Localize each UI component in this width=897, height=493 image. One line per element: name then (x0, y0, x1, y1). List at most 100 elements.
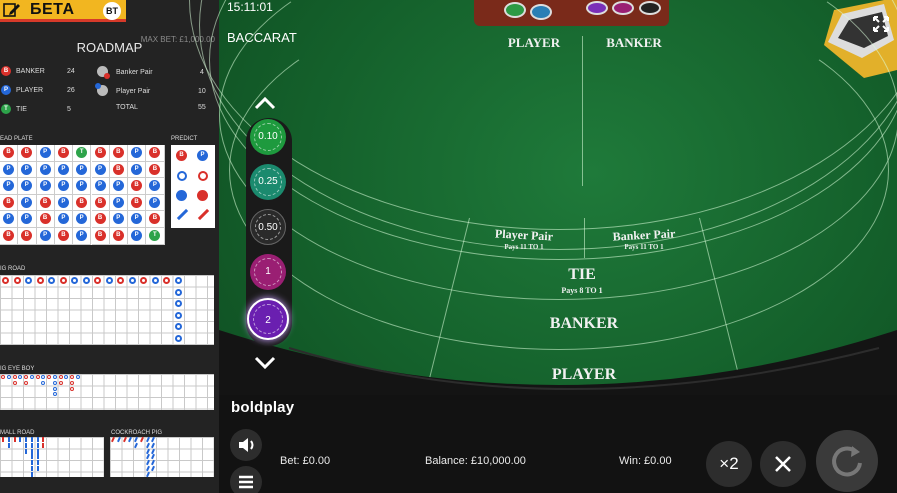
bead-result: P (39, 163, 51, 175)
bead-cell: B (146, 161, 165, 179)
chip-value: 0.10 (258, 131, 278, 142)
bead-result: P (21, 163, 33, 175)
player-pair-pays: Pays 11 TO 1 (504, 243, 544, 251)
cockroach-mark (145, 471, 150, 477)
bigeye-mark (47, 375, 51, 379)
table-arc-4 (229, 0, 889, 350)
smallroad-mark (13, 437, 16, 442)
smallroad-mark (25, 437, 27, 442)
bead-result: P (112, 213, 124, 225)
smallroad-mark (7, 442, 10, 448)
banker-stat-icon: B (1, 66, 11, 76)
bead-result: P (57, 163, 69, 175)
bead-cell: P (91, 161, 110, 179)
menu-button[interactable] (230, 466, 262, 493)
cockroach-mark (151, 459, 156, 466)
bead-result: B (94, 196, 106, 208)
big-road-mark (25, 277, 32, 284)
predict-grid: B P (171, 145, 215, 228)
big-road-label: IG ROAD (0, 266, 26, 272)
bead-result: B (131, 180, 143, 192)
bead-cell: B (18, 228, 37, 245)
bead-result: B (57, 230, 69, 241)
player-pair-label: Player Pair (116, 88, 151, 95)
tie-bet-area[interactable]: TIE (532, 266, 632, 284)
bead-result: B (112, 230, 124, 241)
chip-0-25[interactable]: 0.25 (250, 164, 286, 200)
cockroach-mark (145, 442, 150, 448)
smallroad-mark (30, 460, 33, 465)
bead-cell: B (128, 178, 147, 195)
bead-cell: B (54, 228, 74, 245)
bead-cell: P (54, 211, 74, 228)
clear-bets-button[interactable] (760, 441, 806, 487)
chip-value: 1 (265, 266, 271, 277)
bead-result: P (3, 213, 14, 225)
chip-0-10[interactable]: 0.10 (250, 119, 286, 155)
cockroach-pig-grid (110, 436, 214, 477)
big-road-mark (82, 277, 90, 284)
win-amount: Win: £0.00 (619, 455, 672, 467)
double-bet-button[interactable]: ×2 (706, 441, 752, 487)
smallroad-mark (19, 437, 22, 442)
chevron-up-icon[interactable] (254, 96, 276, 110)
bead-result: B (131, 196, 143, 208)
bead-result: P (149, 180, 161, 192)
sound-button[interactable] (230, 429, 262, 461)
predict-label: PREDICT (171, 136, 198, 142)
chip-1[interactable]: 1 (250, 254, 286, 290)
bead-result: P (3, 163, 14, 175)
close-icon (775, 456, 791, 472)
bead-cell: B (91, 194, 110, 212)
big-road-mark (2, 277, 9, 284)
big-eye-boy-label: IG EYE BOY (0, 366, 35, 372)
predict-dot-icon (176, 190, 187, 201)
bead-result: B (149, 147, 161, 158)
bigeye-mark (1, 375, 5, 379)
bead-cell: P (128, 228, 147, 245)
cockroach-mark (151, 442, 156, 448)
chevron-down-icon[interactable] (254, 356, 276, 370)
big-road-mark (128, 277, 136, 284)
bead-cell: P (0, 178, 19, 195)
bead-result: B (39, 213, 51, 225)
bead-result: P (76, 180, 88, 192)
bead-cell: B (128, 194, 147, 212)
big-eye-boy-grid (0, 374, 214, 410)
predict-player-icon[interactable]: P (197, 150, 208, 161)
beta-brand-tab[interactable]: БЕТА BT (0, 0, 126, 22)
roadmap-title: ROADMAP (76, 40, 143, 55)
chip-2-selected[interactable]: 2 (247, 298, 289, 340)
bead-result: B (94, 213, 106, 225)
cockroach-pig-label: COCKROACH PIG (111, 430, 163, 436)
smallroad-mark (42, 437, 45, 442)
chip-0-50[interactable]: 0.50 (250, 209, 286, 245)
replay-icon (832, 446, 862, 477)
total-label: TOTAL (116, 104, 138, 111)
player-pair-dot (95, 83, 108, 96)
bead-result: P (94, 180, 106, 192)
bead-cell: P (36, 228, 55, 245)
bead-cell: P (146, 178, 165, 195)
big-road-mark (48, 277, 55, 284)
bigeye-mark (52, 392, 57, 397)
big-road-mark (174, 334, 182, 342)
tie-pays: Pays 8 TO 1 (561, 286, 603, 295)
bead-cell: T (73, 145, 92, 162)
bead-result: P (76, 213, 88, 225)
bead-result: P (21, 213, 33, 225)
bead-cell: P (36, 178, 55, 195)
smallroad-mark (36, 448, 39, 454)
bigeye-mark (70, 375, 74, 379)
bead-result: B (57, 147, 69, 158)
smallroad-mark (30, 465, 33, 471)
big-road-mark (163, 277, 170, 284)
predict-banker-icon[interactable]: B (176, 150, 187, 161)
bead-result: B (94, 147, 106, 158)
predict-slash-icon (176, 208, 189, 221)
bead-result: T (149, 230, 161, 241)
rebet-button[interactable] (816, 430, 878, 492)
bigeye-mark (18, 375, 23, 379)
edit-icon (3, 3, 20, 17)
smallroad-mark (36, 454, 39, 460)
